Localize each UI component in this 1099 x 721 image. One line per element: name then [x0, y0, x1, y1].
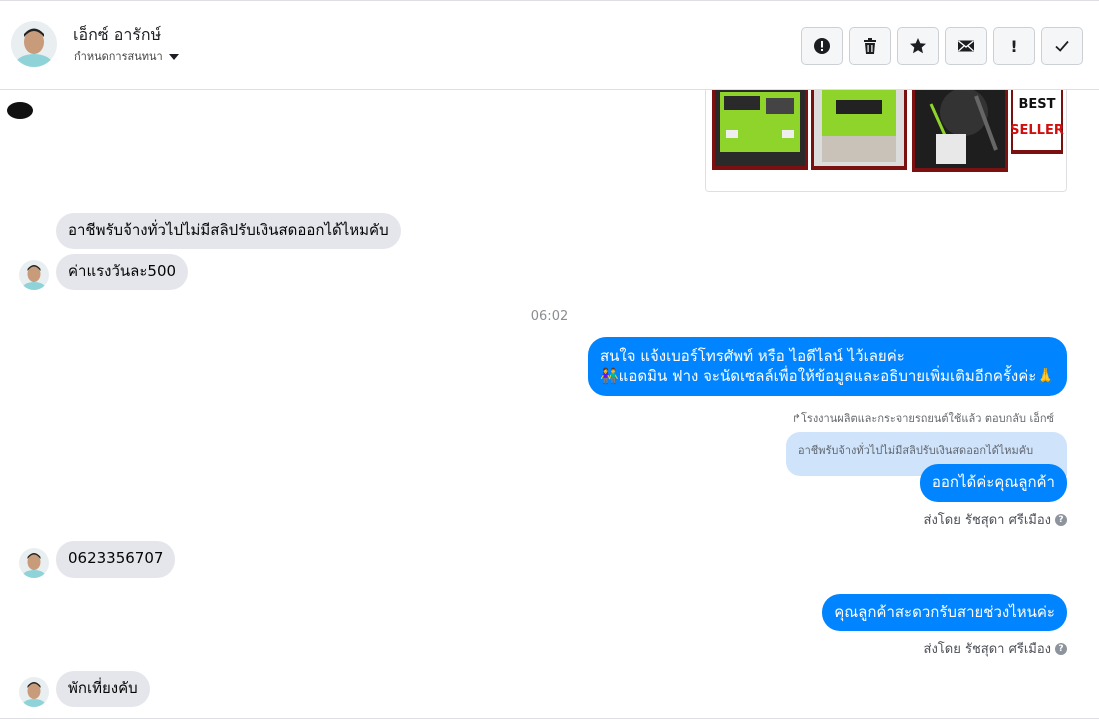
badge-seller: SELLER: [1010, 123, 1064, 138]
reply-context: ↱โรงงานผลิตและกระจายรถยนต์ใช้แล้ว ตอบกลั…: [791, 412, 1054, 425]
caret-down-icon: [168, 53, 179, 60]
follow-up-label: !: [1010, 36, 1018, 56]
outgoing-line: 👫แอดมิน ฟาง จะนัดเซลล์เพื่อให้ข้อมูลและอ…: [600, 367, 1055, 385]
follow-up-button[interactable]: !: [993, 27, 1035, 65]
incoming-message[interactable]: 0623356707: [56, 541, 176, 578]
sent-by-label: ส่งโดย รัชสุดา ศรีเมือง ?: [924, 509, 1067, 530]
outgoing-message[interactable]: คุณลูกค้าสะดวกรับสายช่วงไหนค่ะ: [822, 594, 1067, 631]
mark-done-button[interactable]: [1041, 27, 1083, 65]
contact-avatar-small: [19, 260, 49, 290]
contact-name[interactable]: เอ็กซ์ อารักษ์: [73, 23, 161, 48]
message-timestamp: 06:02: [530, 309, 569, 324]
help-icon[interactable]: ?: [1055, 513, 1067, 526]
outgoing-message[interactable]: สนใจ แจ้งเบอร์โทรศัพท์ หรือ ไอดีไลน์ ไว้…: [588, 337, 1067, 396]
schedule-dropdown[interactable]: กำหนดการสนทนา: [74, 47, 179, 65]
contact-avatar[interactable]: [11, 21, 57, 67]
header-actions: !: [801, 27, 1083, 65]
outgoing-reply-message[interactable]: ออกได้ค่ะคุณลูกค้า: [919, 464, 1067, 502]
envelope-icon: [958, 40, 974, 52]
mark-spam-button[interactable]: [801, 27, 843, 65]
incoming-message[interactable]: พักเที่ยงคับ: [56, 671, 150, 707]
composer-divider: [0, 718, 1099, 719]
inbox-conversation: เอ็กซ์ อารักษ์ กำหนดการสนทนา ! BEST SELL…: [0, 0, 1099, 721]
outgoing-line: สนใจ แจ้งเบอร์โทรศัพท์ หรือ ไอดีไลน์ ไว้…: [600, 347, 905, 365]
page-logo: [7, 102, 33, 119]
alert-circle-icon: [814, 38, 830, 54]
delete-button[interactable]: [849, 27, 891, 65]
contact-avatar-small: [19, 548, 49, 578]
message-thread[interactable]: BEST SELLER อาชีพรับจ้างทั่วไปไม่มีสลิปร…: [0, 90, 1099, 721]
star-icon: [910, 38, 926, 54]
sent-by-label: ส่งโดย รัชสุดา ศรีเมือง ?: [924, 638, 1067, 659]
incoming-message[interactable]: ค่าแรงวันละ500: [56, 254, 189, 290]
trash-icon: [864, 38, 876, 54]
sent-by-text: ส่งโดย รัชสุดา ศรีเมือง: [923, 642, 1051, 657]
badge-best: BEST: [1018, 97, 1055, 112]
incoming-message[interactable]: อาชีพรับจ้างทั่วไปไม่มีสลิปรับเงินสดออกไ…: [56, 213, 401, 249]
star-button[interactable]: [897, 27, 939, 65]
sent-by-text: ส่งโดย รัชสุดา ศรีเมือง: [923, 513, 1051, 528]
help-icon[interactable]: ?: [1055, 642, 1067, 655]
contact-avatar-small: [19, 677, 49, 707]
schedule-label: กำหนดการสนทนา: [74, 50, 163, 63]
checkmark-icon: [1055, 40, 1069, 52]
link-preview-image: BEST SELLER: [706, 90, 1066, 191]
mark-unread-button[interactable]: [945, 27, 987, 65]
shared-link-card[interactable]: BEST SELLER: [705, 90, 1067, 192]
conversation-header: เอ็กซ์ อารักษ์ กำหนดการสนทนา !: [0, 0, 1099, 90]
